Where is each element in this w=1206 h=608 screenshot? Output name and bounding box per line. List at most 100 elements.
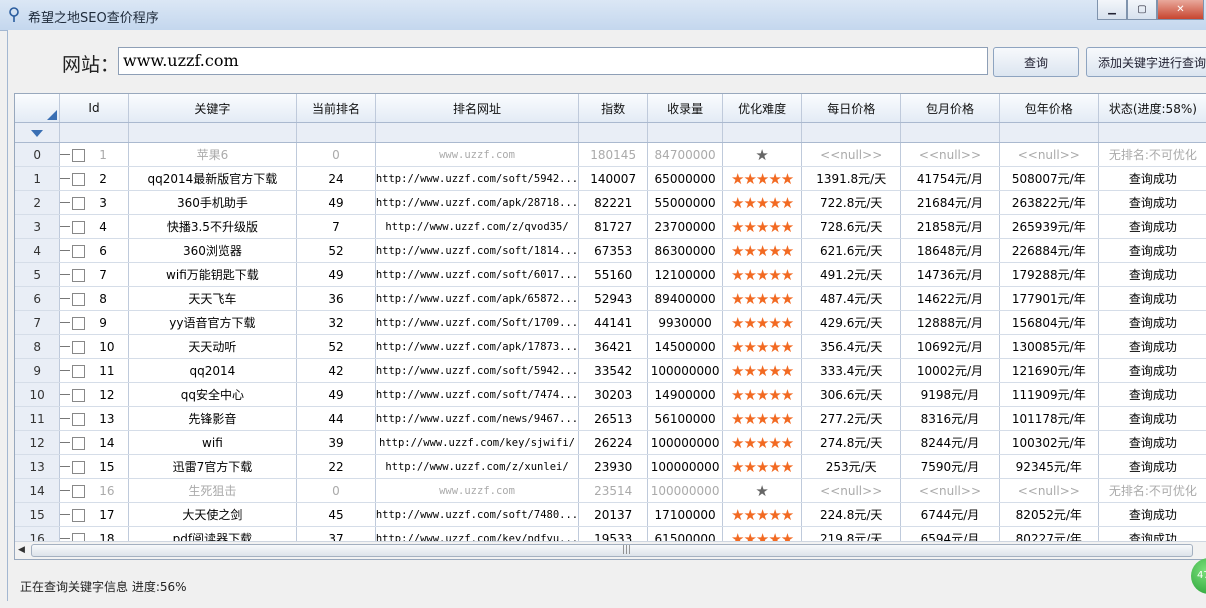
- corner-cell[interactable]: [15, 94, 61, 123]
- row-number[interactable]: 5: [15, 262, 61, 287]
- horizontal-scrollbar[interactable]: ◀ |||: [15, 541, 1206, 559]
- col-header[interactable]: 当前排名: [296, 94, 376, 123]
- table-row[interactable]: 3 4 快播3.5不升级版 7 http://www.uzzf.com/z/qvod35…: [15, 214, 1206, 239]
- table-row[interactable]: 13 15 迅雷7官方下载 22 http://www.uzzf.com/z/xunle…: [15, 454, 1206, 479]
- floating-badge[interactable]: 47: [1191, 558, 1206, 594]
- table-row[interactable]: 11 13 先锋影音 44 http://www.uzzf.com/news/9467.…: [15, 406, 1206, 431]
- daily-price-cell: 621.6元/天: [801, 238, 902, 263]
- row-checkbox[interactable]: [72, 508, 86, 522]
- query-button[interactable]: 查询: [993, 47, 1079, 77]
- table-row[interactable]: 1 2 qq2014最新版官方下载 24 http://www.uzzf.com/sof…: [15, 166, 1206, 191]
- col-header[interactable]: Id: [59, 94, 129, 123]
- row-number[interactable]: 11: [15, 406, 61, 431]
- col-header[interactable]: 排名网址: [375, 94, 580, 123]
- row-checkbox[interactable]: [72, 244, 86, 258]
- daily-price-cell: 487.4元/天: [801, 286, 902, 311]
- scroll-thumb[interactable]: |||: [31, 544, 1193, 557]
- row-number[interactable]: 15: [15, 502, 61, 527]
- table-row[interactable]: 5 7 wifi万能钥匙下载 49 http://www.uzzf.com/soft/6…: [15, 262, 1206, 287]
- row-checkbox[interactable]: [72, 148, 86, 162]
- index-cell: 33542: [578, 358, 649, 383]
- id-text: 7: [99, 267, 107, 282]
- col-header[interactable]: 状态(进度:58%): [1098, 94, 1206, 123]
- filter-cell[interactable]: [15, 122, 61, 143]
- row-checkbox[interactable]: [72, 292, 86, 306]
- col-header[interactable]: 包月价格: [900, 94, 1000, 123]
- filter-cell[interactable]: [647, 122, 723, 143]
- row-checkbox[interactable]: [72, 196, 86, 210]
- row-checkbox[interactable]: [72, 316, 86, 330]
- filter-cell[interactable]: [59, 122, 129, 143]
- row-checkbox[interactable]: [72, 220, 86, 234]
- col-header[interactable]: 优化难度: [722, 94, 803, 123]
- row-checkbox[interactable]: [72, 172, 86, 186]
- filter-cell[interactable]: [722, 122, 803, 143]
- window-title: 希望之地SEO查价程序: [28, 11, 159, 26]
- daily-price-cell: 333.4元/天: [801, 358, 902, 383]
- minimize-button[interactable]: ▁: [1097, 0, 1127, 20]
- row-number[interactable]: 4: [15, 238, 61, 263]
- row-checkbox[interactable]: [72, 388, 86, 402]
- row-number[interactable]: 8: [15, 334, 61, 359]
- col-header[interactable]: 每日价格: [801, 94, 902, 123]
- indexed-cell: 55000000: [647, 190, 723, 215]
- table-row[interactable]: 14 16 生死狙击 0 www.uzzf.com 23514 100000000 ★ <<nu…: [15, 478, 1206, 503]
- row-number[interactable]: 14: [15, 478, 61, 503]
- table-row[interactable]: 2 3 360手机助手 49 http://www.uzzf.com/apk/28718…: [15, 190, 1206, 215]
- difficulty-cell: ★★★★★: [722, 382, 803, 407]
- daily-price-cell: 306.6元/天: [801, 382, 902, 407]
- filter-cell[interactable]: [578, 122, 649, 143]
- filter-cell[interactable]: [375, 122, 580, 143]
- rank-cell: 42: [296, 358, 376, 383]
- col-header[interactable]: 指数: [578, 94, 649, 123]
- results-grid[interactable]: Id 关键字 当前排名 排名网址 指数 收录量 优化难度 每日价格 包月价格 包…: [14, 93, 1206, 560]
- row-number[interactable]: 1: [15, 166, 61, 191]
- filter-cell[interactable]: [801, 122, 902, 143]
- scroll-left-icon[interactable]: ◀: [18, 545, 25, 555]
- keyword-cell: 先锋影音: [128, 406, 298, 431]
- row-number[interactable]: 6: [15, 286, 61, 311]
- row-checkbox[interactable]: [72, 436, 86, 450]
- difficulty-stars-icon: ★★★★★: [731, 313, 794, 332]
- row-number[interactable]: 0: [15, 142, 61, 167]
- filter-cell[interactable]: [999, 122, 1099, 143]
- table-row[interactable]: 6 8 天天飞车 36 http://www.uzzf.com/apk/65872...…: [15, 286, 1206, 311]
- row-checkbox[interactable]: [72, 484, 86, 498]
- row-number[interactable]: 2: [15, 190, 61, 215]
- filter-cell[interactable]: [1098, 122, 1206, 143]
- site-input[interactable]: www.uzzf.com: [118, 47, 988, 75]
- table-row[interactable]: 8 10 天天动听 52 http://www.uzzf.com/apk/17873..…: [15, 334, 1206, 359]
- col-header[interactable]: 关键字: [128, 94, 298, 123]
- add-keyword-button[interactable]: 添加关键字进行查询: [1086, 47, 1206, 77]
- table-row[interactable]: 7 9 yy语音官方下载 32 http://www.uzzf.com/Soft/170…: [15, 310, 1206, 335]
- row-checkbox[interactable]: [72, 340, 86, 354]
- index-cell: 26513: [578, 406, 649, 431]
- table-row[interactable]: 12 14 wifi 39 http://www.uzzf.com/key/sjwifi…: [15, 430, 1206, 455]
- row-number[interactable]: 10: [15, 382, 61, 407]
- row-number[interactable]: 9: [15, 358, 61, 383]
- col-header[interactable]: 收录量: [647, 94, 723, 123]
- gray-star-icon: ★: [755, 145, 769, 164]
- url-cell: http://www.uzzf.com/z/xunlei/: [375, 454, 580, 479]
- index-cell: 23930: [578, 454, 649, 479]
- row-number[interactable]: 3: [15, 214, 61, 239]
- filter-cell[interactable]: [128, 122, 298, 143]
- maximize-button[interactable]: ▢: [1127, 0, 1157, 20]
- table-row[interactable]: 0 1 苹果6 0 www.uzzf.com 180145 84700000 ★ <<null>…: [15, 142, 1206, 167]
- row-number[interactable]: 13: [15, 454, 61, 479]
- row-checkbox[interactable]: [72, 460, 86, 474]
- row-checkbox[interactable]: [72, 268, 86, 282]
- row-number[interactable]: 7: [15, 310, 61, 335]
- table-row[interactable]: 15 17 大天使之剑 45 http://www.uzzf.com/soft/7480…: [15, 502, 1206, 527]
- filter-cell[interactable]: [900, 122, 1000, 143]
- table-row[interactable]: 10 12 qq安全中心 49 http://www.uzzf.com/soft/747…: [15, 382, 1206, 407]
- close-button[interactable]: ✕: [1157, 0, 1204, 20]
- filter-cell[interactable]: [296, 122, 376, 143]
- row-checkbox[interactable]: [72, 364, 86, 378]
- col-header[interactable]: 包年价格: [999, 94, 1099, 123]
- id-text: 13: [99, 411, 115, 426]
- row-number[interactable]: 12: [15, 430, 61, 455]
- table-row[interactable]: 4 6 360浏览器 52 http://www.uzzf.com/soft/1814.…: [15, 238, 1206, 263]
- row-checkbox[interactable]: [72, 412, 86, 426]
- table-row[interactable]: 9 11 qq2014 42 http://www.uzzf.com/soft/5942…: [15, 358, 1206, 383]
